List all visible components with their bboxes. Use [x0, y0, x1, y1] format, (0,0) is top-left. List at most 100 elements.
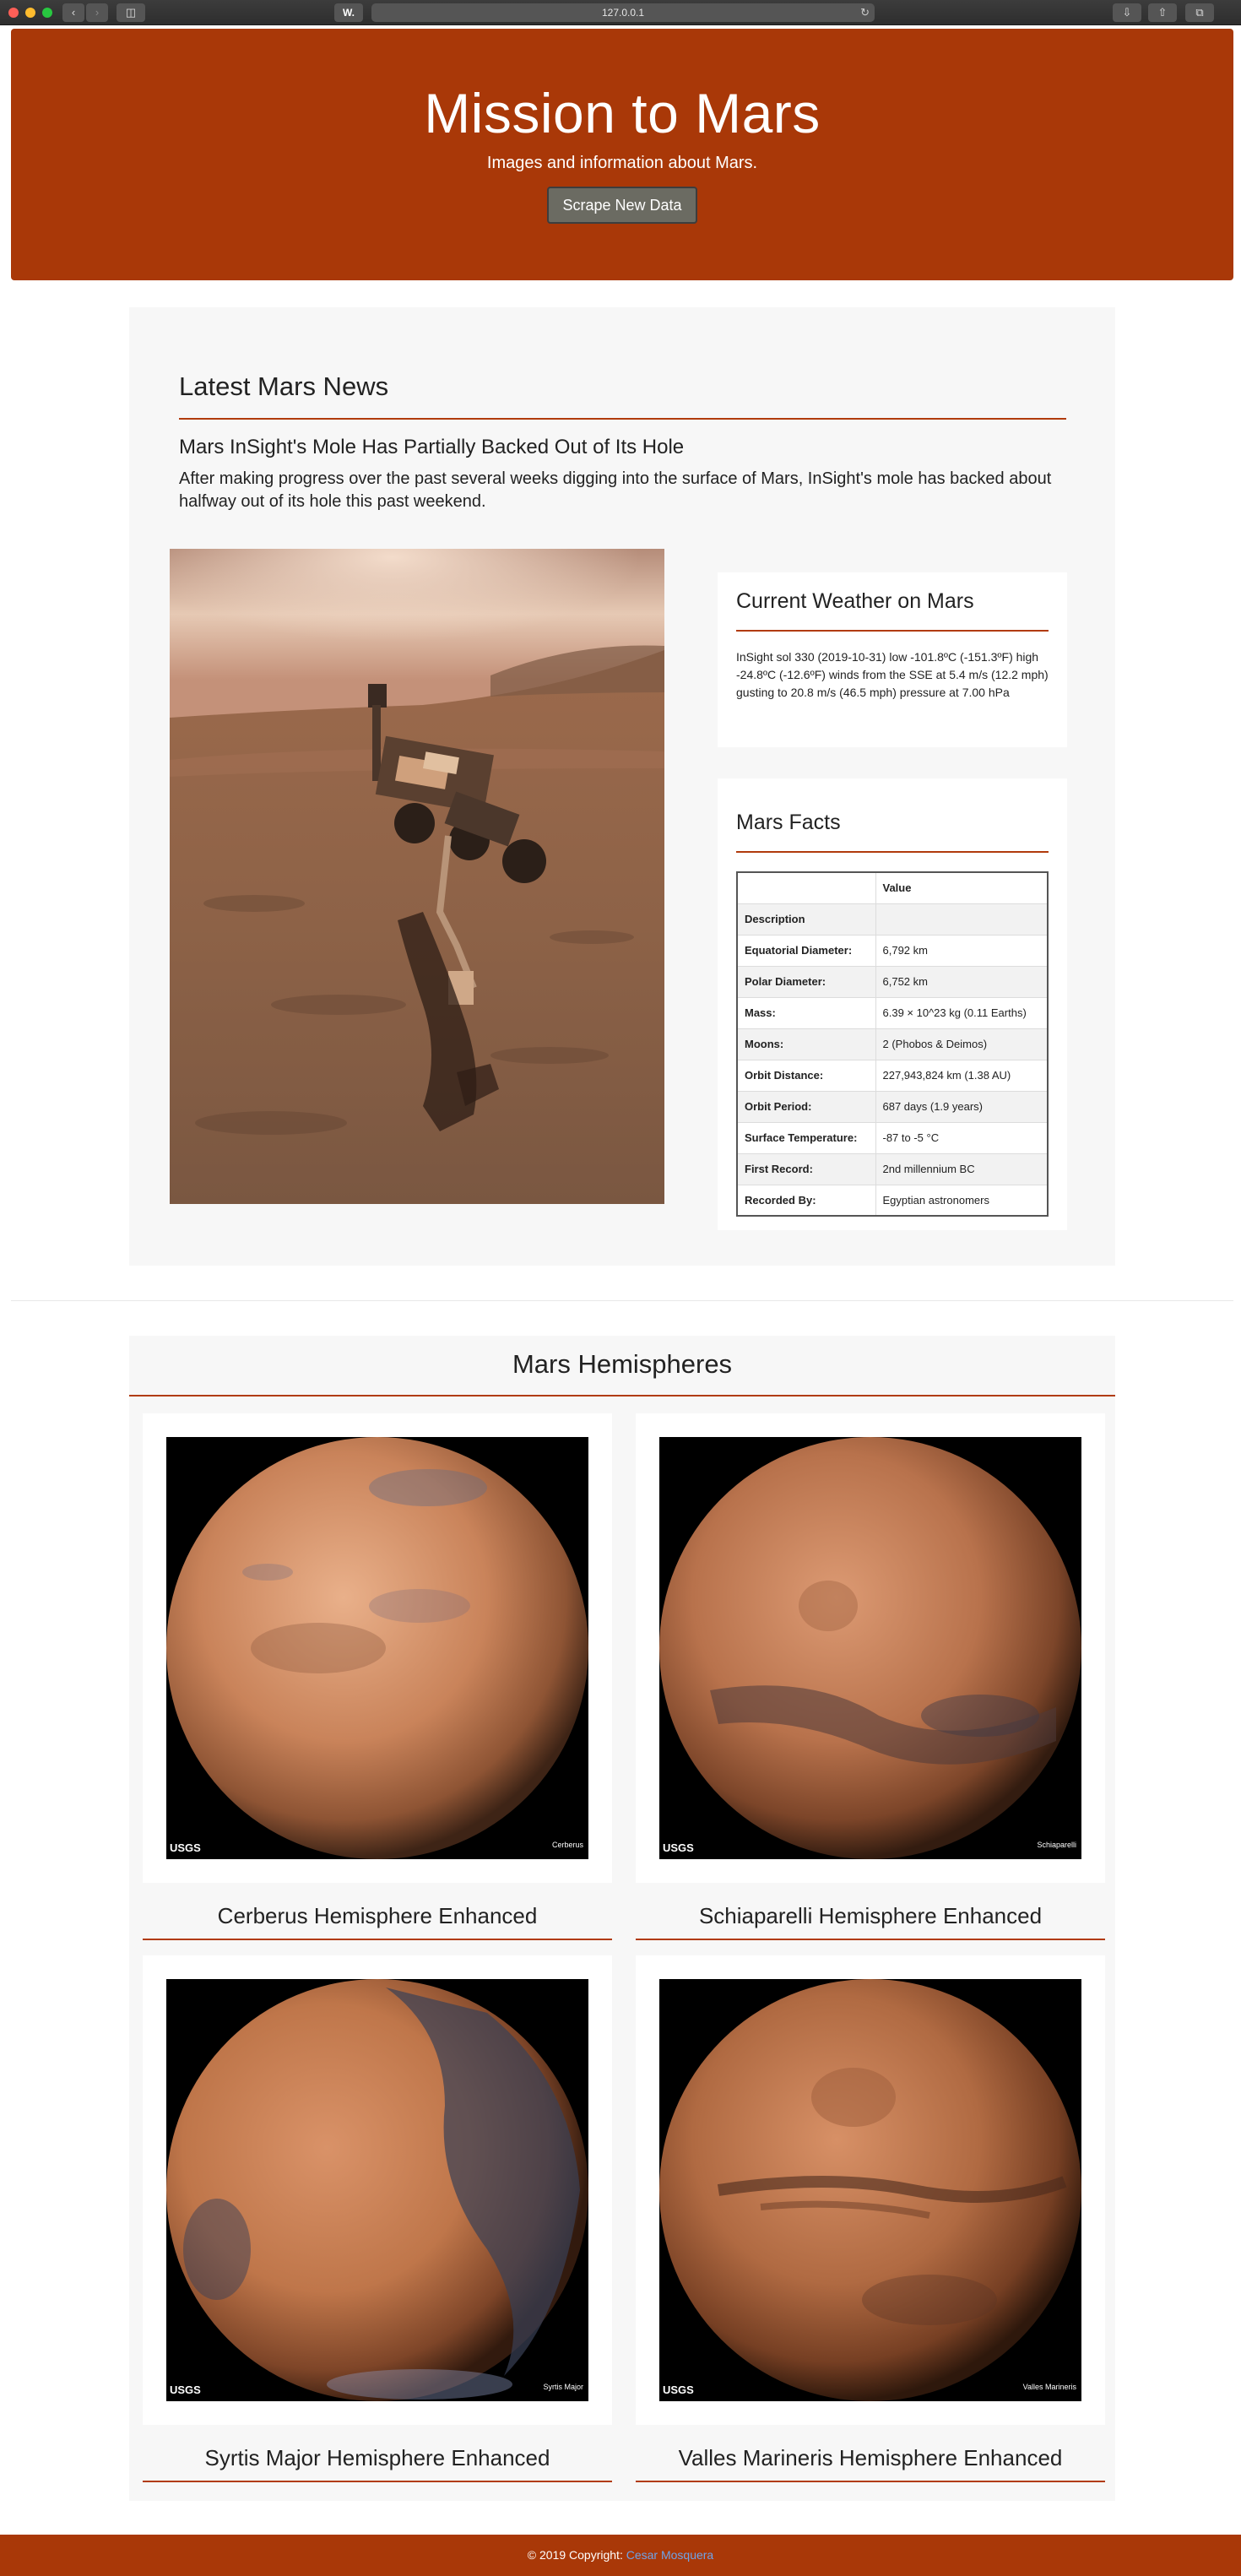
site-favicon[interactable]: W. [334, 3, 363, 22]
hemisphere-name-rule [143, 1939, 612, 1940]
forward-arrow-icon[interactable]: › [86, 3, 108, 22]
fact-value: 687 days (1.9 years) [875, 1090, 1049, 1123]
fact-key: Mass: [736, 996, 876, 1029]
facts-table-header-row: Value [736, 871, 1049, 904]
maximize-window-icon[interactable] [42, 8, 52, 18]
hemispheres-section: Mars Hemispheres USGS Cerberus Cerberus … [129, 1336, 1115, 2501]
cerberus-globe-image [166, 1437, 588, 1859]
syrtis-major-globe-image [166, 1979, 588, 2401]
hemisphere-image-caption: Schiaparelli [1037, 1841, 1076, 1849]
fact-value: 6,752 km [875, 965, 1049, 998]
hemisphere-name-rule [636, 1939, 1105, 1940]
fact-value: 6.39 × 10^23 kg (0.11 Earths) [875, 996, 1049, 1029]
page-footer: © 2019 Copyright: Cesar Mosquera [0, 2535, 1241, 2576]
fact-value: 2 (Phobos & Deimos) [875, 1028, 1049, 1060]
hemisphere-name[interactable]: Cerberus Hemisphere Enhanced [143, 1903, 612, 1929]
table-row: Mass: 6.39 × 10^23 kg (0.11 Earths) [736, 996, 1049, 1029]
hemisphere-name[interactable]: Schiaparelli Hemisphere Enhanced [636, 1903, 1105, 1929]
facts-title: Mars Facts [736, 811, 841, 834]
footer-author-link[interactable]: Cesar Mosquera [626, 2548, 714, 2562]
table-row: Moons: 2 (Phobos & Deimos) [736, 1028, 1049, 1060]
fact-key: Recorded By: [736, 1184, 876, 1217]
usgs-logo: USGS [170, 1841, 201, 1854]
table-row: Equatorial Diameter: 6,792 km [736, 934, 1049, 967]
weather-card: Current Weather on Mars InSight sol 330 … [718, 572, 1067, 747]
hemisphere-name-rule [143, 2481, 612, 2482]
hemispheres-title-rule [129, 1395, 1115, 1396]
hemisphere-card-valles-marineris[interactable]: USGS Valles Marineris [636, 1955, 1105, 2425]
table-row: Polar Diameter: 6,752 km [736, 965, 1049, 998]
fact-key: Equatorial Diameter: [736, 934, 876, 967]
hemisphere-image-syrtis-major[interactable]: USGS Syrtis Major [166, 1979, 588, 2401]
weather-title-rule [736, 630, 1049, 632]
fact-key: Polar Diameter: [736, 965, 876, 998]
fact-value: -87 to -5 °C [875, 1121, 1049, 1154]
fact-value: 6,792 km [875, 934, 1049, 967]
news-section-title: Latest Mars News [179, 371, 389, 401]
usgs-logo: USGS [170, 2383, 201, 2396]
hemisphere-image-caption: Cerberus [551, 1841, 583, 1849]
page-subtitle: Images and information about Mars. [486, 154, 758, 172]
hemispheres-title: Mars Hemispheres [512, 1349, 733, 1379]
news-teaser: After making progress over the past seve… [179, 469, 1052, 511]
news-section: Latest Mars News Mars InSight's Mole Has… [129, 307, 1115, 1266]
weather-report: InSight sol 330 (2019-10-31) low -101.8º… [736, 650, 1049, 699]
usgs-logo: USGS [663, 1841, 694, 1854]
fact-value: 227,943,824 km (1.38 AU) [875, 1059, 1049, 1092]
fact-key: Orbit Distance: [736, 1059, 876, 1092]
table-row: Description [736, 903, 1049, 935]
news-title-rule [179, 418, 1066, 420]
table-row: Orbit Distance: 227,943,824 km (1.38 AU) [736, 1059, 1049, 1092]
scrape-new-data-button[interactable]: Scrape New Data [547, 187, 697, 224]
fact-value: Egyptian astronomers [875, 1184, 1049, 1217]
hemisphere-name[interactable]: Valles Marineris Hemisphere Enhanced [636, 2445, 1105, 2471]
hemisphere-image-caption: Valles Marineris [1022, 2383, 1076, 2391]
fact-key: Moons: [736, 1028, 876, 1060]
hemisphere-image-valles-marineris[interactable]: USGS Valles Marineris [659, 1979, 1081, 2401]
minimize-window-icon[interactable] [25, 8, 35, 18]
download-icon[interactable]: ⇩ [1113, 3, 1141, 22]
hemisphere-image-cerberus[interactable]: USGS Cerberus [166, 1437, 588, 1859]
sidebar-toggle-icon[interactable]: ◫ [117, 3, 145, 22]
facts-title-rule [736, 851, 1049, 853]
page-title: Mission to Mars [424, 82, 821, 144]
close-window-icon[interactable] [8, 8, 19, 18]
table-row: Orbit Period: 687 days (1.9 years) [736, 1090, 1049, 1123]
hemisphere-card-cerberus[interactable]: USGS Cerberus [143, 1413, 612, 1883]
facts-header-blank [736, 871, 876, 904]
table-row: Surface Temperature: -87 to -5 °C [736, 1121, 1049, 1154]
address-bar-url: 127.0.0.1 [601, 7, 645, 19]
hemisphere-image-schiaparelli[interactable]: USGS Schiaparelli [659, 1437, 1081, 1859]
schiaparelli-globe-image [659, 1437, 1081, 1859]
reload-icon[interactable]: ↻ [860, 3, 870, 22]
hemisphere-card-syrtis-major[interactable]: USGS Syrtis Major [143, 1955, 612, 2425]
browser-toolbar: ‹ › ◫ W. 127.0.0.1 ↻ ⇩ ⇧ ⧉ [0, 0, 1241, 25]
fact-value: 2nd millennium BC [875, 1152, 1049, 1185]
address-bar[interactable]: 127.0.0.1 ↻ [371, 3, 875, 22]
tabs-overview-icon[interactable]: ⧉ [1185, 3, 1214, 22]
facts-table: Value Description Equatorial Diameter: 6,… [736, 871, 1049, 1217]
fact-key: Orbit Period: [736, 1090, 876, 1123]
fact-value [875, 903, 1049, 935]
back-arrow-icon[interactable]: ‹ [62, 3, 84, 22]
facts-card: Mars Facts Value Description Equatorial … [718, 778, 1067, 1230]
hemisphere-card-schiaparelli[interactable]: USGS Schiaparelli [636, 1413, 1105, 1883]
fact-key: First Record: [736, 1152, 876, 1185]
fact-key: Surface Temperature: [736, 1121, 876, 1154]
featured-mars-image [170, 549, 664, 1204]
hemisphere-image-caption: Syrtis Major [543, 2383, 583, 2391]
news-headline: Mars InSight's Mole Has Partially Backed… [179, 436, 685, 458]
footer-copyright: © 2019 Copyright: [527, 2548, 626, 2562]
fact-key: Description [736, 903, 876, 935]
jumbotron-header: Mission to Mars Images and information a… [11, 29, 1233, 280]
weather-title: Current Weather on Mars [736, 589, 974, 613]
section-divider [11, 1300, 1233, 1301]
hemisphere-name-rule [636, 2481, 1105, 2482]
share-icon[interactable]: ⇧ [1148, 3, 1177, 22]
rover-selfie-image [170, 549, 664, 1204]
table-row: First Record: 2nd millennium BC [736, 1152, 1049, 1185]
facts-header-value: Value [875, 871, 1049, 904]
table-row: Recorded By: Egyptian astronomers [736, 1184, 1049, 1217]
valles-marineris-globe-image [659, 1979, 1081, 2401]
hemisphere-name[interactable]: Syrtis Major Hemisphere Enhanced [143, 2445, 612, 2471]
